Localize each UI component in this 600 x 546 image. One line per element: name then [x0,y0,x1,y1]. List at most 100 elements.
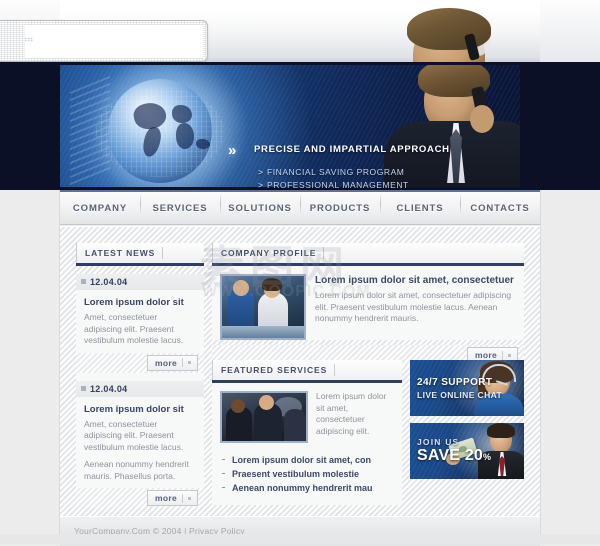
left-gutter [0,190,60,545]
featured-services-header: FEATURED SERVICES [212,360,402,380]
hero-banner: » PRECISE AND IMPARTIAL APPROACH > FINANC… [0,62,600,190]
globe-landmass [196,139,210,149]
featured-services-title: FEATURED SERVICES [221,365,328,375]
thumb-person-dark-left-head [231,399,245,413]
nav-item-contacts[interactable]: CONTACTS [460,194,540,214]
arrow-dot-icon [188,361,191,364]
company-profile-header: COMPANY PROFILE [212,243,524,263]
join-man-hair [487,423,515,438]
promo-join-line2: SAVE 20% [417,447,491,465]
company-profile-lead: Lorem ipsum dolor sit amet, consectetuer [315,275,514,286]
latest-news-panel: LATEST NEWS 12.04.04 Lorem ipsum dolor s… [76,243,204,508]
news-more-button[interactable]: more [147,354,198,371]
chevron-right-icon: > [258,167,264,177]
news-body-text: Amet, consectetuer adipiscing elit. Prae… [84,418,184,452]
banner-feature-item: > PROFESSIONAL MANAGEMENT [258,179,409,190]
promo-banner-support[interactable]: 24/7 SUPPORT LIVE ONLINE CHAT [410,360,524,416]
nav-item-solutions[interactable]: SOLUTIONS [220,194,300,214]
news-more-label: more [155,493,177,503]
news-body-text-secondary: Aenean nonummy hendrerit mauris. Phasell… [84,459,189,481]
button-separator [182,493,183,503]
chevron-right-icon: > [258,179,264,190]
bottom-strip [0,534,600,545]
globe-landmass [176,123,194,149]
news-body-text: Amet, consectetuer adipiscing elit. Prae… [84,312,184,345]
banner-feature-label: FINANCIAL SAVING PROGRAM [267,167,405,177]
globe-landmass [172,105,192,123]
company-profile-body: Lorem ipsum dolor sit amet, consectetuer… [212,266,524,340]
header-right-pad [540,0,600,62]
company-profile-more-label: more [475,350,497,360]
content-grid: 素图网 WWW.OOOPIC.COM LATEST NEWS 12.04.04 … [60,227,540,517]
header-separator [162,247,164,259]
news-date: 12.04.04 [76,274,204,290]
latest-news-title: LATEST NEWS [85,248,156,258]
button-separator [182,358,183,367]
header-portrait-image [395,0,515,62]
promo-join-amount: SAVE 20 [417,447,484,464]
thumb-person-dark-right [284,409,306,441]
featured-services-list: Lorem ipsum dolor sit amet, con Praesent… [220,453,394,495]
promo-support-agent-image [472,360,524,416]
page-root: MPANY [0,0,600,546]
arrow-dot-icon [508,353,511,357]
company-profile-title: COMPANY PROFILE [221,248,317,258]
news-title[interactable]: Lorem ipsum dolor sit [84,297,196,308]
banner-feature-list: > FINANCIAL SAVING PROGRAM > PROFESSIONAL … [258,166,409,190]
double-chevron-icon: » [228,142,237,159]
featured-services-panel: FEATURED SERVICES Lorem ipsum dolor sit … [212,360,402,505]
thumb-person-white-hair [262,278,282,291]
featured-services-list-item[interactable]: Aenean nonummy hendrerit mau [220,481,394,495]
latest-news-body: 12.04.04 Lorem ipsum dolor sit Amet, con… [76,274,204,508]
news-title[interactable]: Lorem ipsum dolor sit [84,404,196,415]
nav-item-products[interactable]: PRODUCTS [300,194,380,214]
company-profile-copy: Lorem ipsum dolor sit amet, consectetuer… [315,274,516,340]
news-date: 12.04.04 [76,380,204,397]
promo-join-line1: JOIN US [417,437,460,447]
company-profile-text: Lorem ipsum dolor sit amet, consectetuer… [315,290,512,323]
nav-item-company[interactable]: COMPANY [60,203,140,214]
news-more-row: more [76,352,204,373]
featured-services-top: Lorem ipsum dolor sit amet, consectetuer… [220,391,394,443]
arrow-dot-icon [188,496,191,500]
portrait-hair [407,8,491,50]
overlay-white-field [33,26,203,56]
featured-services-thumbnail[interactable] [220,391,308,443]
button-separator [502,350,503,360]
site-frame: MPANY [0,0,600,546]
promo-support-line1: 24/7 SUPPORT [417,377,493,388]
promo-join-percent: % [483,452,492,462]
thumb-person-blue-head [233,280,249,296]
news-item[interactable]: 12.04.04 Lorem ipsum dolor sit Amet, con… [76,380,204,508]
thumb-desk [222,326,304,338]
news-more-label: more [155,357,177,368]
banner-right-fill [520,62,600,190]
banner-feature-label: PROFESSIONAL MANAGEMENT [267,179,409,190]
banner-feature-item: > FINANCIAL SAVING PROGRAM [258,166,409,179]
header-separator [334,364,336,376]
logo-overlay-panel[interactable] [0,20,208,62]
news-more-row: more [76,488,204,508]
promo-support-line2: LIVE ONLINE CHAT [417,390,503,400]
latest-news-header: LATEST NEWS [76,243,204,263]
banner-headline: PRECISE AND IMPARTIAL APPROACH [254,144,450,155]
thumb-person-dark-center-head [259,395,274,410]
right-gutter [540,190,600,545]
featured-services-text: Lorem ipsum dolor sit amet, consectetuer… [316,391,387,436]
featured-services-list-item[interactable]: Lorem ipsum dolor sit amet, con [220,453,394,467]
header-separator [323,247,325,259]
news-item[interactable]: 12.04.04 Lorem ipsum dolor sit Amet, con… [76,274,204,373]
promo-banner-join[interactable]: JOIN US SAVE 20% [410,423,524,479]
businessman-hand [470,105,494,133]
nav-item-clients[interactable]: CLIENTS [380,194,460,214]
featured-services-list-item[interactable]: Praesent vestibulum molestie [220,467,394,481]
news-more-button[interactable]: more [147,490,198,506]
featured-services-body: Lorem ipsum dolor sit amet, consectetuer… [212,383,402,505]
banner-left-fill [0,62,60,190]
nav-item-services[interactable]: SERVICES [140,194,220,214]
latest-news-rule [76,263,204,266]
company-profile-thumbnail[interactable] [220,274,306,340]
content-area: 素图网 WWW.OOOPIC.COM LATEST NEWS 12.04.04 … [60,226,540,517]
main-navigation: COMPANY SERVICES SOLUTIONS PRODUCTS CLIE… [60,190,540,226]
nav-bar: COMPANY SERVICES SOLUTIONS PRODUCTS CLIE… [60,192,540,225]
